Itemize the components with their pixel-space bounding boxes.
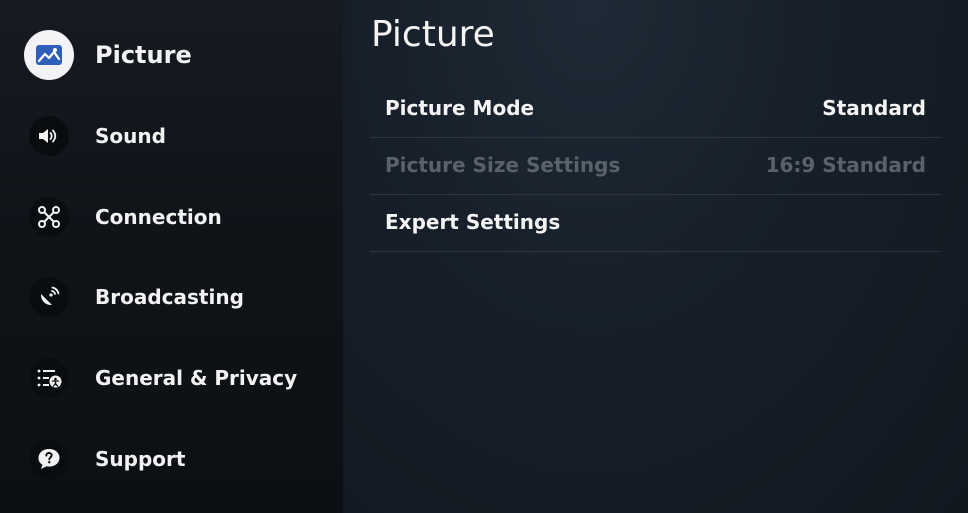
sidebar-item-label: Picture — [95, 41, 192, 69]
settings-screen: Picture Sound Connection Broadcasting Ge… — [0, 0, 968, 513]
sidebar-item-label: Sound — [95, 124, 166, 148]
setting-label: Picture Mode — [385, 96, 535, 120]
setting-value: 16:9 Standard — [765, 153, 926, 177]
sidebar-item-picture[interactable]: Picture — [0, 20, 343, 90]
support-chat-icon — [29, 439, 69, 479]
sidebar-item-label: General & Privacy — [95, 366, 298, 390]
setting-label: Expert Settings — [385, 210, 561, 234]
setting-value: Standard — [822, 96, 926, 120]
satellite-dish-icon — [29, 277, 69, 317]
setting-row-expert-settings[interactable]: Expert Settings — [370, 194, 941, 252]
settings-content-panel: Picture Picture Mode Standard Picture Si… — [343, 0, 968, 513]
settings-sidebar: Picture Sound Connection Broadcasting Ge… — [0, 0, 343, 513]
sidebar-item-sound[interactable]: Sound — [0, 101, 343, 171]
picture-icon — [24, 30, 74, 80]
sidebar-item-support[interactable]: Support — [0, 424, 343, 494]
sidebar-item-label: Connection — [95, 205, 222, 229]
setting-row-picture-mode[interactable]: Picture Mode Standard — [370, 80, 941, 138]
sidebar-item-label: Support — [95, 447, 186, 471]
sidebar-item-broadcasting[interactable]: Broadcasting — [0, 262, 343, 332]
page-title: Picture — [371, 14, 495, 55]
network-icon — [29, 197, 69, 237]
sidebar-item-connection[interactable]: Connection — [0, 182, 343, 252]
setting-label: Picture Size Settings — [385, 153, 621, 177]
speaker-icon — [29, 116, 69, 156]
setting-row-picture-size: Picture Size Settings 16:9 Standard — [370, 137, 941, 195]
general-settings-icon — [29, 358, 69, 398]
sidebar-item-label: Broadcasting — [95, 285, 244, 309]
sidebar-item-general-privacy[interactable]: General & Privacy — [0, 343, 343, 413]
